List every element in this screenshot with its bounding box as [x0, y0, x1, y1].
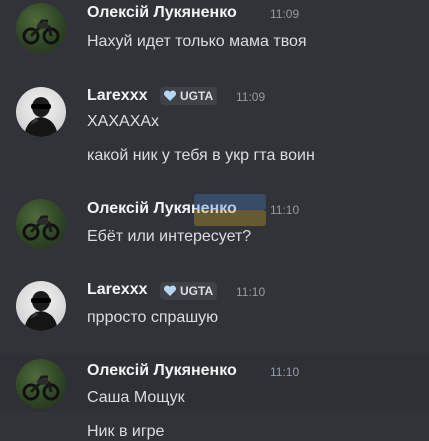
message-group: Larexxx UGTA 11:09 ХАХАХАх какой ник у т…: [0, 80, 429, 176]
message-text: какой ник у тебя в укр гта воин: [87, 147, 315, 164]
role-tag-label: UGTA: [180, 284, 214, 298]
heart-icon: [163, 90, 177, 101]
username[interactable]: Олексій Лукяненко: [87, 200, 237, 218]
message-text: ХАХАХАх: [87, 113, 160, 130]
user-avatar[interactable]: [16, 3, 66, 53]
user-avatar[interactable]: [16, 199, 66, 249]
timestamp: 11:10: [270, 203, 300, 217]
role-tag-label: UGTA: [180, 89, 214, 103]
message-group: Олексій Лукяненко 11:09 Нахуй идет тольк…: [0, 0, 429, 62]
username[interactable]: Олексій Лукяненко: [87, 4, 237, 22]
message-text: Ник в игре: [87, 423, 165, 440]
user-avatar[interactable]: [16, 281, 66, 331]
timestamp: 11:09: [270, 7, 300, 21]
person-icon: [24, 97, 58, 137]
timestamp: 11:10: [236, 285, 266, 299]
person-icon: [24, 291, 58, 331]
motorcycle-icon: [22, 19, 60, 45]
username[interactable]: Larexxx: [87, 281, 148, 299]
heart-icon: [163, 285, 177, 296]
username[interactable]: Олексій Лукяненко: [87, 362, 237, 380]
motorcycle-icon: [22, 375, 60, 401]
message-text: прросто спрашую: [87, 309, 219, 326]
user-avatar[interactable]: [16, 359, 66, 409]
user-avatar[interactable]: [16, 87, 66, 137]
motorcycle-icon: [22, 215, 60, 241]
message-group: Олексій Лукяненко 11:10 Ебёт или интерес…: [0, 192, 429, 256]
role-tag[interactable]: UGTA: [160, 282, 218, 300]
username[interactable]: Larexxx: [87, 87, 148, 105]
message-group: Larexxx UGTA 11:10 прросто спрашую: [0, 276, 429, 342]
timestamp: 11:09: [236, 90, 266, 104]
timestamp: 11:10: [270, 365, 300, 379]
role-tag[interactable]: UGTA: [160, 87, 218, 105]
message-text: Ебёт или интересует?: [87, 228, 252, 245]
message-text: Саша Мощук: [87, 389, 185, 406]
message-group: Олексій Лукяненко 11:10 Саша Мощук: [0, 355, 429, 412]
message-text: Нахуй идет только мама твоя: [87, 33, 307, 50]
